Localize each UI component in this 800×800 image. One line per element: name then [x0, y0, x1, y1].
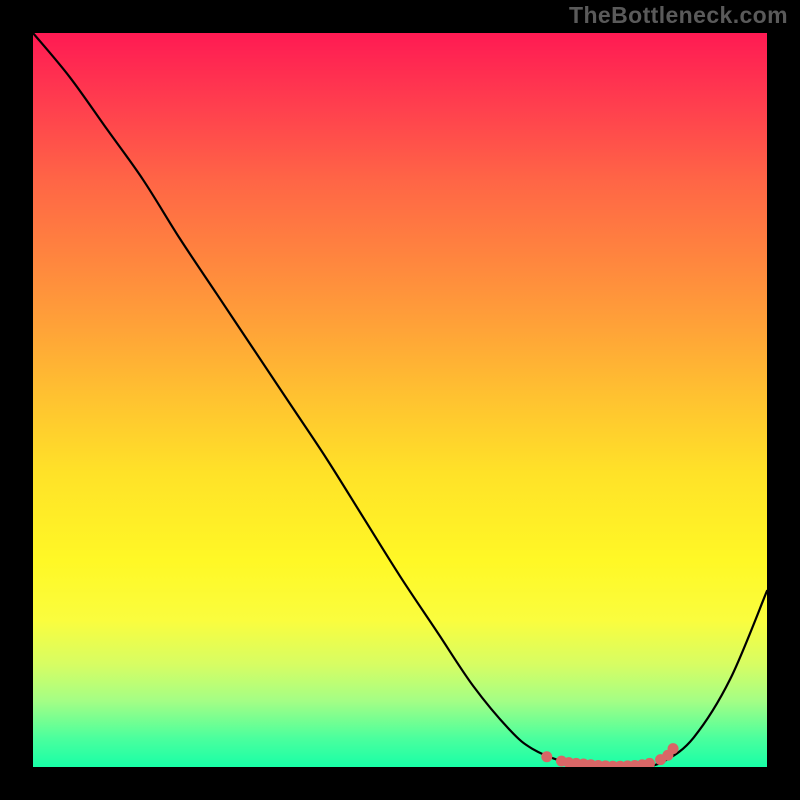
- optimal-marker: [668, 743, 679, 754]
- plot-area: [33, 33, 767, 767]
- optimal-marker: [541, 751, 552, 762]
- curve-layer: [33, 33, 767, 767]
- optimal-range-markers: [541, 743, 678, 767]
- chart-frame: TheBottleneck.com: [0, 0, 800, 800]
- bottleneck-curve-path: [33, 33, 767, 767]
- watermark-label: TheBottleneck.com: [569, 2, 788, 29]
- optimal-marker: [644, 758, 655, 767]
